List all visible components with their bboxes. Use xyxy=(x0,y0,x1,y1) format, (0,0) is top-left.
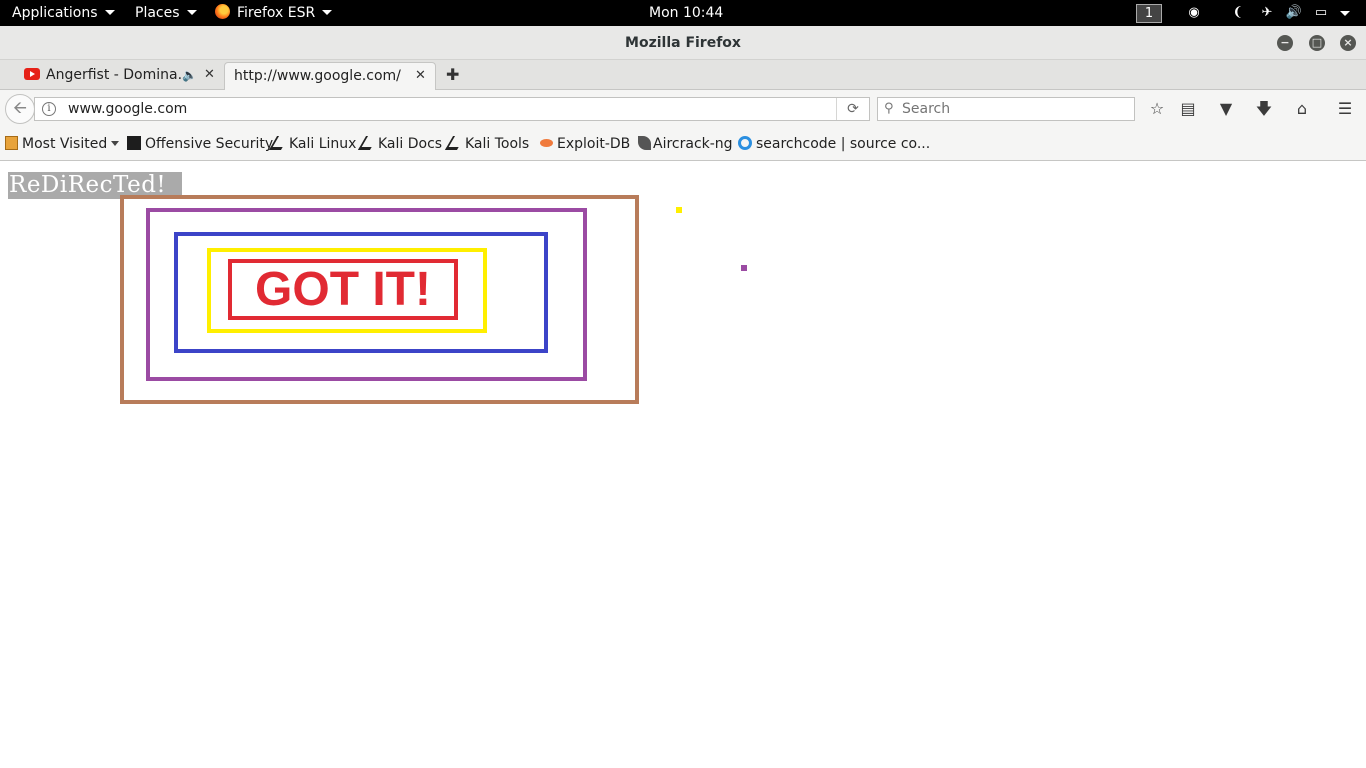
clock[interactable]: Mon 10:44 xyxy=(649,0,723,26)
youtube-icon xyxy=(24,68,40,80)
new-tab-button[interactable]: ✚ xyxy=(446,62,459,88)
home-icon[interactable]: ⌂ xyxy=(1292,99,1312,119)
speaker-icon[interactable]: 🔈 xyxy=(182,62,197,88)
bookmark-label: Kali Linux xyxy=(289,136,357,152)
window-title: Mozilla Firefox xyxy=(625,35,741,51)
applications-menu[interactable]: Applications xyxy=(12,0,115,26)
red-frame: GOT IT! xyxy=(228,259,458,320)
purple-dot xyxy=(741,265,747,271)
chevron-down-icon xyxy=(104,10,115,15)
tab-title: http://www.google.com/ xyxy=(234,68,401,84)
search-bar[interactable]: ⚲ xyxy=(877,97,1135,121)
bookmark-kali-tools[interactable]: Kali Tools xyxy=(444,128,530,161)
url-bar[interactable]: i www.google.com ⟳ xyxy=(34,97,870,121)
bookmark-label: Exploit-DB xyxy=(557,136,631,152)
minimize-button[interactable]: − xyxy=(1277,35,1293,51)
bookmark-label: Kali Docs xyxy=(378,136,443,152)
bookmark-label: Aircrack-ng xyxy=(653,136,733,152)
bookmark-offensive-security[interactable]: Offensive Security xyxy=(127,128,273,161)
bookmark-kali-docs[interactable]: Kali Docs xyxy=(357,128,443,161)
window-title-bar: Mozilla Firefox − □ × xyxy=(0,26,1366,60)
bookmark-label: searchcode | source co... xyxy=(756,136,931,152)
bookmark-kali-linux[interactable]: Kali Linux xyxy=(268,128,357,161)
close-tab-icon[interactable]: ✕ xyxy=(204,62,215,88)
video-camera-icon[interactable]: ◉ xyxy=(1185,4,1203,22)
bookmark-label: Kali Tools xyxy=(465,136,530,152)
airplane-mode-icon[interactable]: ✈ xyxy=(1258,4,1276,22)
gnome-top-bar: Applications Places Firefox ESR Mon 10:4… xyxy=(0,0,1366,26)
workspace-indicator[interactable]: 1 xyxy=(1136,0,1162,26)
chevron-down-icon xyxy=(322,10,333,15)
bookmarks-toolbar: Most Visited Offensive Security Kali Lin… xyxy=(0,128,1366,161)
places-label: Places xyxy=(135,5,180,21)
search-input[interactable] xyxy=(902,99,1127,119)
chevron-down-icon xyxy=(111,141,120,146)
applications-label: Applications xyxy=(12,5,98,21)
bookmark-aircrack-ng[interactable]: Aircrack-ng xyxy=(638,128,733,161)
volume-icon[interactable]: 🔊 xyxy=(1285,4,1303,22)
hamburger-menu-icon[interactable]: ☰ xyxy=(1335,99,1355,119)
most-visited-icon xyxy=(5,136,18,150)
reload-icon[interactable]: ⟳ xyxy=(836,98,869,120)
offensive-security-icon xyxy=(127,136,141,150)
page-content: ReDiRecTed! GOT IT! xyxy=(0,162,1366,768)
system-menu-chevron-icon[interactable] xyxy=(1340,11,1350,16)
yellow-dot xyxy=(676,207,682,213)
close-button[interactable]: × xyxy=(1340,35,1356,51)
download-icon[interactable]: 🡇 xyxy=(1254,99,1274,119)
maximize-button[interactable]: □ xyxy=(1309,35,1325,51)
bookmark-star-icon[interactable]: ☆ xyxy=(1147,99,1167,119)
places-menu[interactable]: Places xyxy=(135,0,197,26)
kali-dragon-icon xyxy=(357,136,379,150)
bookmark-label: Offensive Security xyxy=(145,136,274,152)
bookmark-label: Most Visited xyxy=(22,136,108,152)
reader-list-icon[interactable]: ▤ xyxy=(1178,99,1198,119)
tab-google[interactable]: http://www.google.com/ ✕ xyxy=(224,62,436,90)
pocket-icon[interactable]: ▼ xyxy=(1216,99,1236,119)
searchcode-icon xyxy=(738,136,752,150)
tab-angerfist[interactable]: Angerfist - Domina... 🔈 ✕ xyxy=(16,62,222,90)
tab-title: Angerfist - Domina... xyxy=(46,67,191,83)
chevron-down-icon xyxy=(186,10,197,15)
search-icon: ⚲ xyxy=(884,101,894,116)
firefox-app-label: Firefox ESR xyxy=(237,5,316,21)
battery-icon[interactable]: ▭ xyxy=(1312,4,1330,22)
info-icon[interactable]: i xyxy=(42,102,56,116)
aircrack-icon xyxy=(638,136,651,150)
dropper-icon[interactable]: ❨ xyxy=(1229,4,1247,22)
exploit-db-icon xyxy=(540,139,553,147)
got-it-text: GOT IT! xyxy=(255,263,431,316)
url-text[interactable]: www.google.com xyxy=(68,98,187,120)
close-tab-icon[interactable]: ✕ xyxy=(415,63,426,89)
bookmark-exploit-db[interactable]: Exploit-DB xyxy=(540,128,630,161)
navigation-toolbar: i www.google.com ⟳ 🡨 ⚲ ☆ ▤ ▼ 🡇 ⌂ ☰ xyxy=(0,90,1366,128)
bookmark-most-visited[interactable]: Most Visited xyxy=(5,128,120,161)
kali-dragon-icon xyxy=(444,136,466,150)
bookmark-searchcode[interactable]: searchcode | source co... xyxy=(738,128,930,161)
firefox-app-menu[interactable]: Firefox ESR xyxy=(215,0,333,26)
tab-strip: Angerfist - Domina... 🔈 ✕ http://www.goo… xyxy=(0,60,1366,90)
firefox-icon xyxy=(215,4,230,19)
back-button[interactable]: 🡨 xyxy=(5,94,35,124)
workspace-number: 1 xyxy=(1136,3,1162,23)
